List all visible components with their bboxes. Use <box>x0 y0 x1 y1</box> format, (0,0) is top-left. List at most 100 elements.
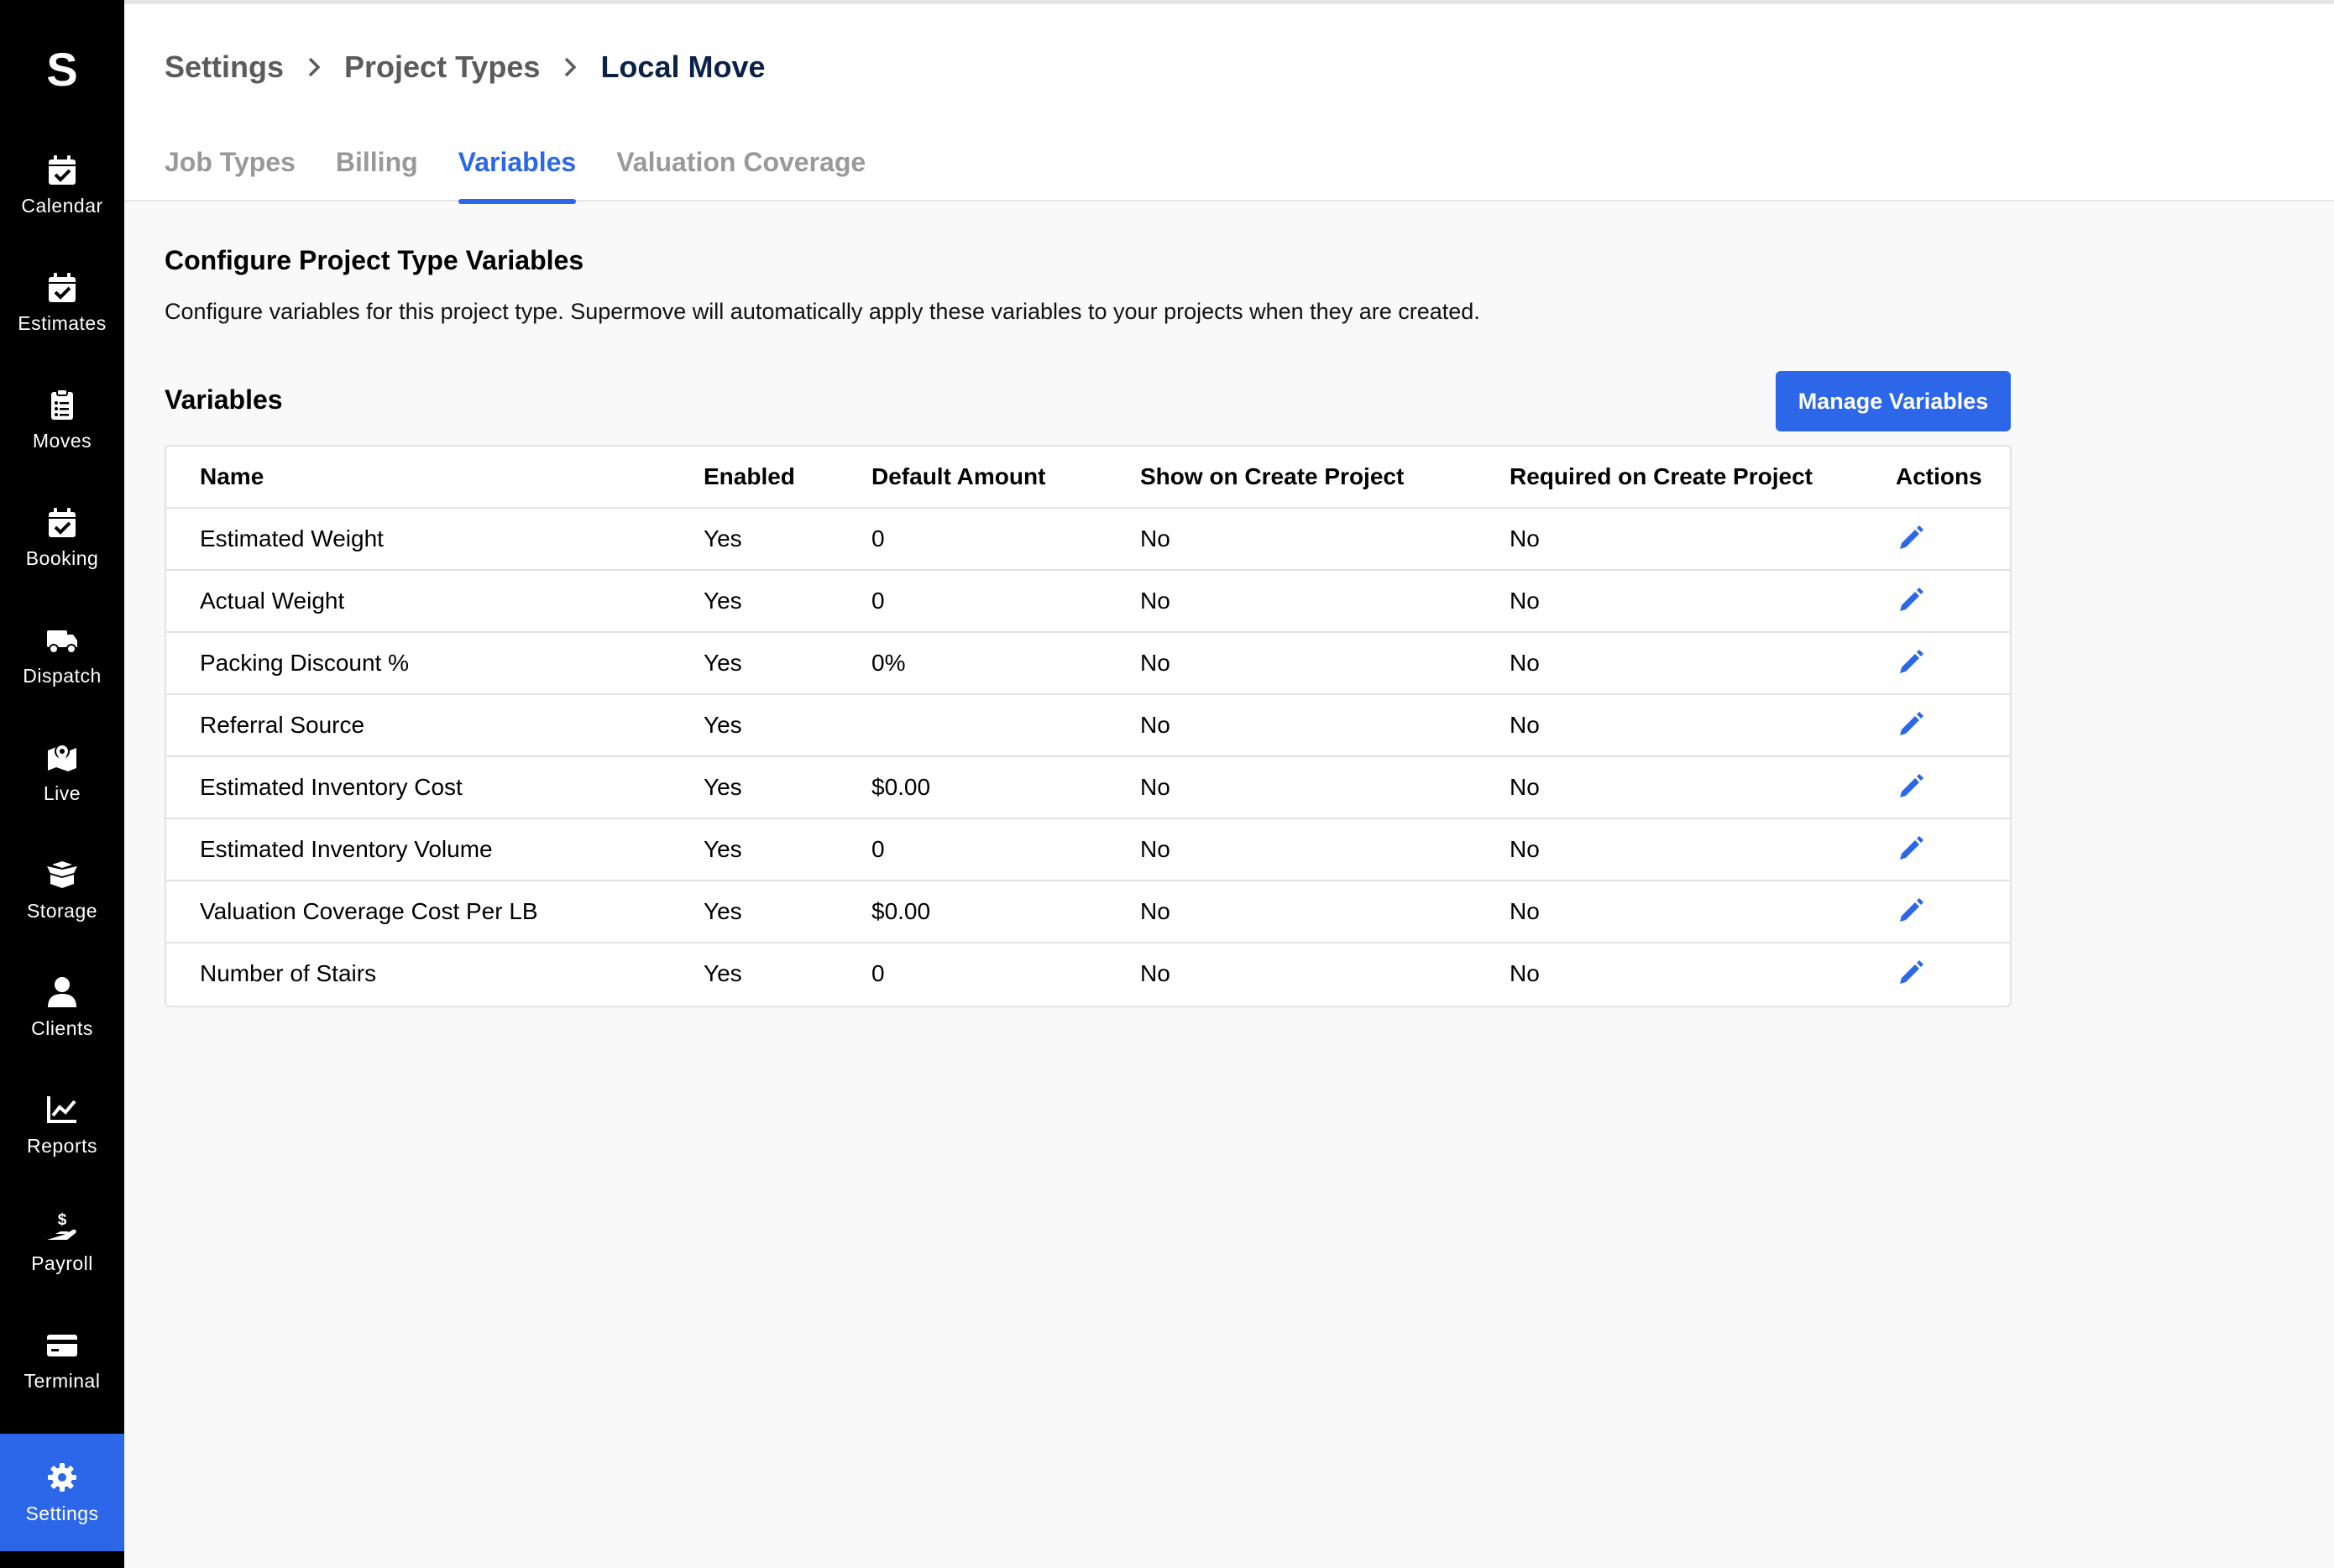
map-marker-icon <box>48 743 76 771</box>
edit-button[interactable] <box>1894 956 1928 990</box>
sidebar-item-label: Estimates <box>18 311 107 334</box>
gear-icon <box>48 1462 76 1492</box>
pencil-icon <box>1900 650 1923 673</box>
user-icon <box>48 976 76 1007</box>
calendar-check-icon <box>49 154 76 185</box>
edit-button[interactable] <box>1894 894 1928 928</box>
column-header-default-amount: Default Amount <box>871 463 1046 489</box>
table-row: Estimated Inventory Volume Yes 0 No No <box>166 819 2010 881</box>
chart-line-icon <box>47 1095 76 1123</box>
sidebar-item-label: Calendar <box>21 194 103 217</box>
sidebar-item-storage[interactable]: Storage <box>0 831 124 949</box>
sidebar-item-label: Terminal <box>24 1369 101 1392</box>
cell-show-on-create: No <box>1140 836 1170 862</box>
cell-required-on-create: No <box>1510 960 1540 986</box>
edit-button[interactable] <box>1894 583 1928 617</box>
column-header-show-on-create: Show on Create Project <box>1140 463 1405 489</box>
cell-enabled: Yes <box>704 836 742 862</box>
sidebar-item-label: Live <box>43 781 81 804</box>
cell-enabled: Yes <box>704 650 742 676</box>
sidebar-item-label: Settings <box>25 1502 99 1524</box>
tab-job-types[interactable]: Job Types <box>165 147 296 204</box>
sidebar-item-label: Reports <box>26 1134 98 1157</box>
sidebar-item-reports[interactable]: Reports <box>0 1066 124 1184</box>
sidebar-item-label: Dispatch <box>23 664 102 687</box>
table-row: Actual Weight Yes 0 No No <box>166 571 2010 633</box>
cell-name: Estimated Inventory Volume <box>200 836 493 862</box>
pencil-icon <box>1900 898 1923 922</box>
cell-name: Referral Source <box>200 712 365 738</box>
cell-default-amount: 0 <box>871 525 885 551</box>
cell-enabled: Yes <box>704 712 742 738</box>
pencil-icon <box>1900 836 1923 860</box>
column-header-enabled: Enabled <box>704 463 795 489</box>
cell-show-on-create: No <box>1140 960 1170 986</box>
cell-required-on-create: No <box>1510 525 1540 551</box>
edit-button[interactable] <box>1894 521 1928 555</box>
app-logo[interactable]: S <box>0 42 124 97</box>
tab-billing[interactable]: Billing <box>336 147 418 204</box>
breadcrumb-item-project-types[interactable]: Project Types <box>344 50 540 85</box>
cell-required-on-create: No <box>1510 898 1540 924</box>
table-row: Estimated Weight Yes 0 No No <box>166 509 2010 571</box>
tab-variables[interactable]: Variables <box>458 147 576 204</box>
sidebar-item-calendar[interactable]: Calendar <box>0 126 124 243</box>
hand-dollar-icon: $ <box>47 1211 76 1240</box>
tab-valuation-coverage[interactable]: Valuation Coverage <box>616 147 866 204</box>
variables-heading: Variables <box>165 384 283 415</box>
sidebar-item-dispatch[interactable]: Dispatch <box>0 596 124 713</box>
box-open-icon <box>47 860 77 888</box>
cell-required-on-create: No <box>1510 650 1540 676</box>
cell-show-on-create: No <box>1140 650 1170 676</box>
cell-name: Number of Stairs <box>200 960 377 986</box>
cell-default-amount: 0 <box>871 960 885 986</box>
cell-default-amount: 0 <box>871 836 885 862</box>
table-header-row: Name Enabled Default Amount Show on Crea… <box>166 447 2010 509</box>
svg-text:$: $ <box>58 1211 67 1229</box>
sidebar-item-payroll[interactable]: $ Payroll <box>0 1184 124 1301</box>
breadcrumb-item-settings[interactable]: Settings <box>165 50 284 85</box>
edit-button[interactable] <box>1894 708 1928 741</box>
cell-required-on-create: No <box>1510 588 1540 614</box>
chevron-right-icon <box>308 57 321 77</box>
pencil-icon <box>1900 774 1923 797</box>
credit-card-icon <box>47 1334 77 1356</box>
cell-enabled: Yes <box>704 960 742 986</box>
pencil-icon <box>1900 960 1923 984</box>
sidebar-item-settings[interactable]: Settings <box>0 1434 124 1551</box>
truck-icon <box>47 630 77 654</box>
edit-button[interactable] <box>1894 832 1928 865</box>
chevron-right-icon <box>565 57 577 77</box>
edit-button[interactable] <box>1894 645 1928 679</box>
cell-show-on-create: No <box>1140 525 1170 551</box>
sidebar-item-moves[interactable]: Moves <box>0 361 124 478</box>
cell-enabled: Yes <box>704 525 742 551</box>
sidebar-item-booking[interactable]: Booking <box>0 478 124 596</box>
cell-show-on-create: No <box>1140 588 1170 614</box>
cell-required-on-create: No <box>1510 712 1540 738</box>
pencil-icon <box>1900 525 1923 549</box>
sidebar-item-clients[interactable]: Clients <box>0 949 124 1066</box>
breadcrumb-item-current: Local Move <box>600 50 766 84</box>
manage-variables-button[interactable]: Manage Variables <box>1776 371 2011 431</box>
clipboard-list-icon <box>51 388 73 420</box>
cell-show-on-create: No <box>1140 774 1170 800</box>
calendar-check-icon <box>49 272 76 302</box>
sidebar-item-live[interactable]: Live <box>0 713 124 831</box>
cell-show-on-create: No <box>1140 712 1170 738</box>
edit-button[interactable] <box>1894 770 1928 803</box>
cell-required-on-create: No <box>1510 836 1540 862</box>
cell-name: Estimated Inventory Cost <box>200 774 463 800</box>
cell-show-on-create: No <box>1140 898 1170 924</box>
sidebar-item-label: Payroll <box>31 1252 93 1274</box>
section-title: Configure Project Type Variables <box>165 245 584 275</box>
cell-enabled: Yes <box>704 588 742 614</box>
cell-default-amount: $0.00 <box>871 774 931 800</box>
sidebar-item-label: Booking <box>25 546 99 569</box>
section-description: Configure variables for this project typ… <box>165 299 1480 324</box>
cell-required-on-create: No <box>1510 774 1540 800</box>
sidebar-item-estimates[interactable]: Estimates <box>0 243 124 361</box>
variables-table: Name Enabled Default Amount Show on Crea… <box>165 445 2012 1007</box>
sidebar-item-terminal[interactable]: Terminal <box>0 1301 124 1419</box>
sidebar-item-label: Storage <box>26 899 98 922</box>
